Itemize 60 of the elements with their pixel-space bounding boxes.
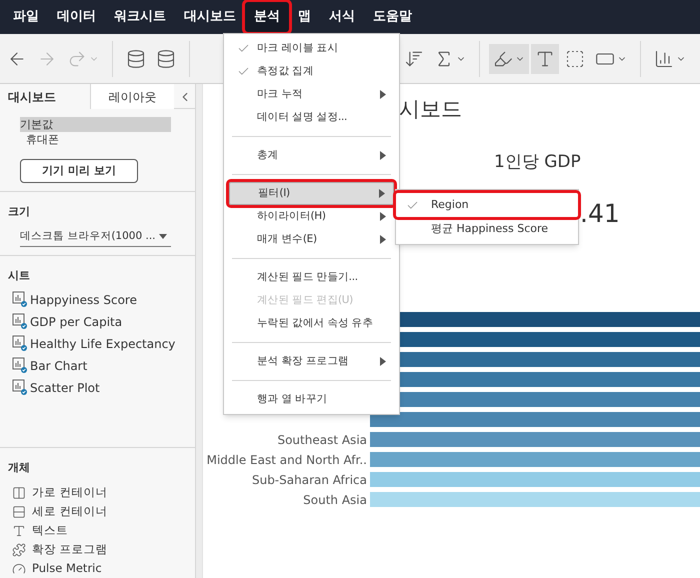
menu-item[interactable]: 맵 <box>289 2 320 32</box>
device-option[interactable]: 휴대폰 <box>20 132 171 147</box>
dashboard-title: 시보드 <box>399 96 463 123</box>
menu-item[interactable]: 파일 <box>4 2 48 32</box>
menu-item[interactable]: 워크시트 <box>105 2 175 32</box>
bar-label: Middle East and North Afr.. <box>206 452 367 468</box>
device-option[interactable]: 기본값 <box>20 117 171 132</box>
menu-option[interactable]: 행과 열 바꾸기 <box>229 388 394 411</box>
kpi-title: 1인당 GDP <box>494 150 582 174</box>
bar-label: South Asia <box>303 492 367 508</box>
menu-option[interactable]: 마크 누적 <box>229 83 394 106</box>
menu-item[interactable]: 서식 <box>320 2 364 32</box>
submenu-option[interactable]: 평균 Happiness Score <box>396 217 578 241</box>
menu-option-label: 데이터 설명 설정... <box>257 110 348 125</box>
object-item[interactable]: 세로 컨테이너 <box>32 503 108 520</box>
menu-option-label: 분석 확장 프로그램 <box>257 354 349 369</box>
bar-label: Sub-Saharan Africa <box>252 472 367 488</box>
menu-option[interactable]: 분석 확장 프로그램 <box>229 350 394 373</box>
menu-option[interactable]: 계산된 필드 만들기... <box>229 266 394 289</box>
section-heading: 시트 <box>8 268 31 284</box>
menu-option-label: 행과 열 바꾸기 <box>257 392 328 407</box>
menu-item[interactable]: 도움말 <box>364 2 421 32</box>
submenu-option[interactable]: Region <box>396 193 578 217</box>
menu-option[interactable]: 누락된 값에서 속성 유추 <box>229 312 394 335</box>
sheet-item[interactable]: GDP per Capita <box>30 312 122 331</box>
menu-option-label: 마크 레이블 표시 <box>257 40 338 56</box>
object-item[interactable]: 텍스트 <box>32 522 68 540</box>
menu-option[interactable]: 마크 레이블 표시 <box>229 37 394 60</box>
sheet-item[interactable]: Happyiness Score <box>30 290 137 309</box>
menu-option-label: 매개 변수(E) <box>257 232 317 247</box>
object-item[interactable]: Pulse Metric <box>32 560 102 578</box>
bar-label: Southeast Asia <box>277 432 367 448</box>
menu-option-label: 필터(I) <box>258 186 290 201</box>
menu-option-label: 하이라이터(H) <box>257 208 326 224</box>
menu-option[interactable]: 하이라이터(H) <box>229 205 394 228</box>
size-dropdown[interactable]: 데스크톱 브라우저(1000 ... <box>20 228 171 248</box>
menu-item[interactable]: 대시보드 <box>175 2 245 32</box>
panel-tab[interactable]: 레이아웃 <box>90 84 174 109</box>
sheet-item[interactable]: Scatter Plot <box>30 378 100 397</box>
menu-option[interactable]: 측정값 집계 <box>229 60 394 83</box>
menu-option-label: 측정값 집계 <box>257 64 314 79</box>
object-item[interactable]: 가로 컨테이너 <box>32 484 108 502</box>
preview-button[interactable]: 기기 미리 보기 <box>20 159 138 183</box>
sheet-item[interactable]: Bar Chart <box>30 356 88 375</box>
sheet-item[interactable]: Healthy Life Expectancy <box>30 334 176 353</box>
menu-item[interactable]: 데이터 <box>48 2 105 32</box>
menu-option[interactable]: 총계 <box>229 144 394 167</box>
menu-option-label: 계산된 필드 만들기... <box>257 270 358 285</box>
kpi-value: .41 <box>580 198 621 230</box>
menu-item[interactable]: 분석 <box>245 2 289 32</box>
object-item[interactable]: 확장 프로그램 <box>32 541 108 558</box>
menu-option[interactable]: 매개 변수(E) <box>229 228 394 251</box>
menu-option-label: 계산된 필드 편집(U) <box>257 292 353 308</box>
section-heading: 크기 <box>8 204 31 220</box>
menu-option-label: 마크 누적 <box>257 86 303 102</box>
menu-option[interactable]: 데이터 설명 설정... <box>229 106 394 129</box>
menu-option-label: 총계 <box>257 148 278 163</box>
menu-option-label: 누락된 값에서 속성 유추 <box>257 316 374 331</box>
section-heading: 개체 <box>8 460 31 476</box>
menu-option[interactable]: 필터(I) <box>229 182 394 205</box>
